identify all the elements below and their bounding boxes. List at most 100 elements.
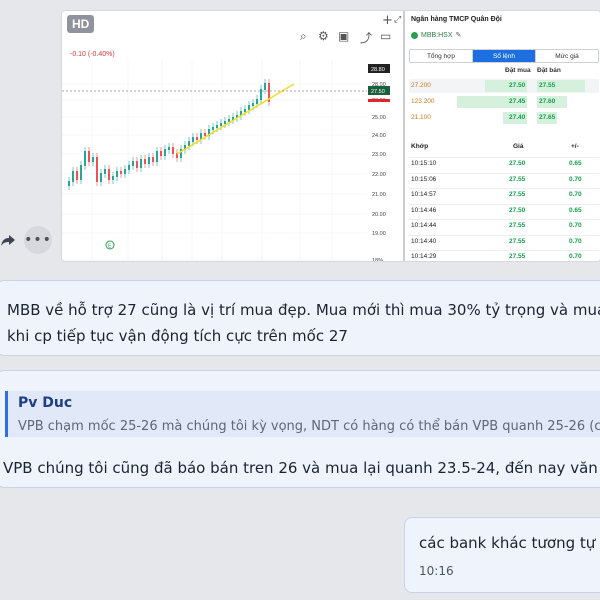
trade-change: 0.65 [569, 206, 582, 214]
candle [104, 169, 106, 174]
candle [204, 133, 206, 136]
candle [140, 159, 142, 168]
trade-time: 10:14:46 [411, 206, 437, 214]
plus-icon: + [382, 13, 393, 28]
tab-so-lenh[interactable]: Sổ lệnh [473, 50, 536, 62]
settings-icon: ⚙ [318, 29, 329, 43]
candle [192, 137, 194, 142]
hd-badge: HD [67, 15, 95, 33]
candle [168, 147, 170, 150]
candle [84, 151, 86, 166]
orderbook-volume: 27.200 [411, 82, 431, 89]
trade-time: 10:14:57 [411, 191, 437, 198]
orderbook-volume: 123.200 [411, 98, 435, 105]
y-tick-label: 20.00 [372, 212, 386, 218]
y-tick-label: 25.00 [372, 115, 386, 121]
trade-price: 27.55 [509, 253, 526, 260]
expand-icon: ⤢ [394, 15, 402, 25]
candle [248, 105, 250, 110]
trade-row: 10:14:40 27.55 0.70 [409, 234, 599, 250]
trades-time-header: Khớp [411, 143, 429, 150]
trading-panel: Ngân hàng TMCP Quân Đội MBB:HSX ✎ Tổng h… [405, 11, 600, 261]
candle [132, 161, 134, 166]
candle [244, 109, 246, 112]
orderbook-row: 27.200 27.50 27.55 [409, 79, 599, 93]
y-tick-label: 21.00 [372, 192, 386, 198]
candle [212, 127, 214, 130]
y-tick-label: 22.00 [372, 172, 386, 178]
candle [196, 137, 198, 140]
y-tick-label: 19.00 [372, 231, 386, 237]
trade-change: 0.70 [569, 191, 582, 198]
share-icon[interactable] [0, 226, 22, 254]
camera-icon: ▣ [338, 29, 350, 43]
quote-text: VPB chạm mốc 25-26 mà chúng tôi kỳ vọng,… [18, 419, 600, 434]
message-text: VPB chúng tôi cũng đã báo bán tren 26 và… [3, 459, 600, 477]
candle [88, 151, 90, 162]
trade-change: 0.70 [569, 175, 582, 183]
trades-change-header: +/- [571, 143, 579, 150]
layout-icon: ▭ [380, 29, 392, 43]
candle [160, 151, 162, 156]
tab-muc-gia[interactable]: Mức giá [536, 50, 598, 62]
trade-price: 27.50 [509, 160, 526, 167]
message-line-1: MBB về hỗ trợ 27 cũng là vị trí mua đẹp.… [7, 301, 600, 319]
price-tag-high-label: 28.80 [371, 67, 385, 73]
company-name: Ngân hàng TMCP Quân Đội [411, 16, 502, 23]
candle [148, 157, 150, 164]
candle [252, 103, 254, 106]
chart-screenshot[interactable]: + ⤢ ⌕ ⚙ ▣ ⤴ ▭ HD -0.10 (-0.40%) E 28.00 2… [61, 10, 600, 262]
candle [172, 147, 174, 154]
candle [128, 165, 130, 170]
chart-toolbar: + ⤢ ⌕ ⚙ ▣ ⤴ ▭ [62, 11, 404, 51]
trade-change: 0.70 [569, 237, 582, 245]
trade-change: 0.70 [569, 222, 582, 229]
trades-price-header: Giá [513, 143, 524, 150]
candle [92, 157, 94, 162]
candlestick-chart: E 28.0026.0025.0024.0023.0022.0021.0020.… [62, 61, 390, 261]
trade-time: 10:15:10 [411, 160, 437, 167]
candle [144, 159, 146, 164]
candle [152, 157, 154, 162]
candle [68, 181, 70, 186]
candle [164, 149, 166, 156]
quote-author: Pv Duc [18, 395, 73, 411]
candle [100, 173, 102, 182]
trade-row: 10:15:06 27.55 0.70 [409, 172, 599, 188]
orderbook-bid: 27.40 [509, 114, 526, 121]
trade-price: 27.50 [509, 206, 526, 214]
message-text: MBB về hỗ trợ 27 cũng là vị trí mua đẹp.… [7, 297, 600, 349]
candle [112, 176, 114, 180]
orderbook-ask: 27.65 [539, 114, 556, 121]
edit-icon: ✎ [455, 32, 462, 39]
candle [156, 151, 158, 162]
more-options-button[interactable]: ••• [24, 226, 52, 254]
price-tag-current-label: 27.50 [371, 89, 385, 95]
message-line-2: khi cp tiếp tục vận động tích cực trên m… [7, 327, 348, 345]
trade-row: 10:14:29 27.55 0.70 [409, 250, 599, 261]
y-tick-label: 23.00 [372, 152, 386, 158]
orderbook-row: 21.100 27.40 27.65 [409, 111, 599, 125]
quoted-message[interactable]: Pv Duc VPB chạm mốc 25-26 mà chúng tôi k… [5, 391, 600, 437]
candle [264, 83, 266, 90]
message-bubble-reply: Pv Duc VPB chạm mốc 25-26 mà chúng tôi k… [0, 370, 600, 488]
trade-time: 10:14:44 [411, 222, 437, 229]
message-text: các bank khác tương tự h [419, 534, 600, 552]
candle [108, 169, 110, 180]
trade-row: 10:14:57 27.55 0.70 [409, 188, 599, 203]
stock-code: MBB:HSX ✎ [411, 31, 461, 39]
candle [124, 169, 126, 174]
orderbook-row: 123.200 27.45 27.60 [409, 95, 599, 109]
candle [76, 171, 78, 180]
ask-header: Đặt bán [537, 67, 561, 74]
candle [220, 123, 222, 126]
message-time: 10:16 [419, 564, 454, 578]
trade-price: 27.55 [509, 222, 526, 229]
candle [188, 141, 190, 146]
orderbook-bid: 27.45 [509, 98, 526, 105]
trade-time: 10:14:29 [411, 253, 437, 260]
candle [72, 171, 74, 182]
y-tick-label: 24.00 [372, 133, 386, 139]
candle [96, 157, 98, 182]
tab-tong-hop[interactable]: Tổng hợp [410, 50, 473, 62]
